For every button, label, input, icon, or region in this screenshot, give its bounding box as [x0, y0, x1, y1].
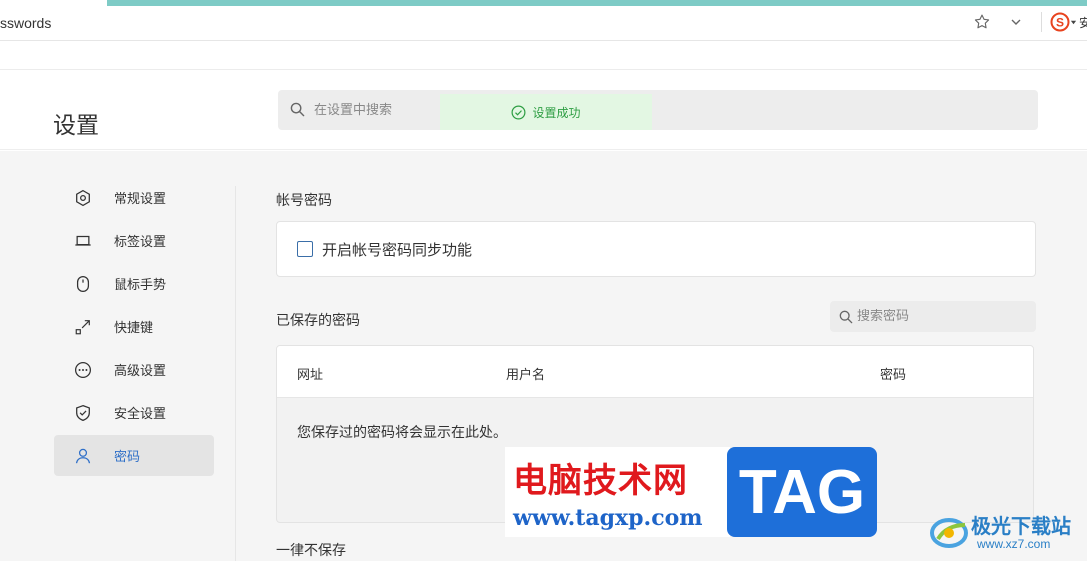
tab-icon	[73, 231, 93, 251]
toolbar-separator	[1041, 12, 1042, 32]
sidebar-item-label: 高级设置	[114, 364, 167, 379]
shortcut-arrow-icon	[73, 317, 93, 337]
mouse-icon	[73, 274, 93, 294]
sidebar-item-label: 鼠标手势	[114, 278, 167, 293]
bookmark-star-icon[interactable]	[971, 11, 993, 33]
watermark-site-name: 电脑技术网	[513, 461, 688, 501]
settings-search-bar: 设置成功	[278, 90, 1038, 130]
empty-state-message: 您保存过的密码将会显示在此处。	[297, 425, 507, 441]
tab-accent-bar	[107, 0, 1087, 6]
sidebar-item-label: 安全设置	[114, 407, 167, 422]
sidebar-item-security[interactable]: 安全设置	[54, 392, 214, 433]
chevron-down-icon[interactable]	[1005, 11, 1027, 33]
settings-header: 设置 设置成功	[0, 70, 1087, 150]
watermark-download-site-url: www.xz7.com	[977, 537, 1051, 551]
watermark-download-site-name: 极光下载站	[971, 514, 1071, 538]
sidebar-divider	[235, 186, 236, 561]
settings-sidebar: 常规设置 标签设置 鼠标手势 快捷键 高级设置 安全设置 密码	[54, 177, 214, 478]
settings-search-input[interactable]	[314, 90, 434, 130]
caret-down-icon	[1070, 20, 1077, 24]
sidebar-item-tabs[interactable]: 标签设置	[54, 220, 214, 261]
secondary-toolbar	[0, 41, 1087, 70]
hexagon-settings-icon	[73, 188, 93, 208]
success-toast: 设置成功	[440, 94, 652, 130]
sync-option-label[interactable]: 开启帐号密码同步功能	[322, 239, 472, 260]
sidebar-item-label: 快捷键	[114, 321, 154, 336]
watermark-site-url: www.tagxp.com	[513, 505, 703, 531]
browser-tab-bar: sswords S 安	[0, 0, 1087, 41]
site-watermark: 电脑技术网 www.tagxp.com	[505, 447, 730, 537]
sync-option-card: 开启帐号密码同步功能	[276, 221, 1036, 277]
sogou-logo-icon: S	[1050, 12, 1070, 32]
user-icon	[73, 446, 93, 466]
column-header-username[interactable]: 用户名	[506, 364, 545, 383]
sidebar-item-advanced[interactable]: 高级设置	[54, 349, 214, 390]
tag-logo: TAG	[727, 447, 877, 537]
column-header-password[interactable]: 密码	[880, 364, 906, 383]
sidebar-item-mouse-gestures[interactable]: 鼠标手势	[54, 263, 214, 304]
account-password-title: 帐号密码	[276, 193, 332, 209]
column-header-site[interactable]: 网址	[297, 364, 323, 383]
sidebar-item-shortcuts[interactable]: 快捷键	[54, 306, 214, 347]
shield-icon	[73, 403, 93, 423]
sogou-search-engine-button[interactable]: S 安	[1050, 12, 1087, 32]
search-icon	[290, 102, 305, 121]
saved-passwords-title: 已保存的密码	[276, 313, 360, 329]
tab-actions: S 安	[971, 10, 1087, 34]
search-icon	[839, 310, 853, 323]
sidebar-item-label: 常规设置	[114, 192, 167, 207]
download-site-watermark: 极光下载站 www.xz7.com	[925, 508, 1085, 558]
aurora-logo-icon	[930, 518, 968, 548]
sidebar-item-label: 标签设置	[114, 235, 167, 250]
password-search-bar	[830, 301, 1036, 332]
page-title: 设置	[53, 113, 99, 139]
password-search-input[interactable]	[857, 309, 1007, 324]
sogou-trailing-text: 安	[1079, 15, 1087, 30]
sidebar-item-general[interactable]: 常规设置	[54, 177, 214, 218]
svg-text:S: S	[1056, 16, 1064, 30]
table-header: 网址 用户名 密码	[277, 346, 1033, 398]
tab-title[interactable]: sswords	[0, 15, 51, 31]
check-circle-icon	[511, 105, 526, 119]
never-save-title: 一律不保存	[276, 543, 346, 559]
more-circle-icon	[73, 360, 93, 380]
sync-checkbox[interactable]	[297, 241, 313, 257]
sidebar-item-passwords[interactable]: 密码	[54, 435, 214, 476]
toast-text: 设置成功	[532, 105, 581, 120]
sidebar-item-label: 密码	[114, 450, 141, 465]
